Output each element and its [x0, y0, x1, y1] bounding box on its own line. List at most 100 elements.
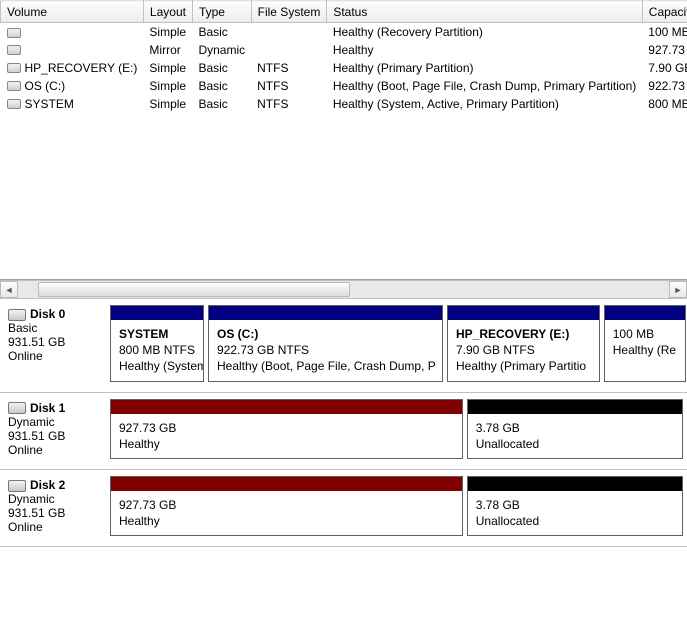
volume-status: Healthy [327, 41, 642, 59]
drive-icon [7, 81, 21, 91]
partition-stripe [468, 477, 682, 491]
col-volume[interactable]: Volume [1, 1, 144, 23]
volume-row[interactable]: HP_RECOVERY (E:)SimpleBasicNTFSHealthy (… [1, 59, 687, 77]
partition-stripe [209, 306, 442, 320]
partition-size: 800 MB NTFS [119, 342, 195, 358]
partition-body: 3.78 GBUnallocated [468, 414, 682, 458]
volume-capacity: 800 MB [642, 95, 687, 113]
partition-stripe [468, 400, 682, 414]
partition[interactable]: HP_RECOVERY (E:)7.90 GB NTFSHealthy (Pri… [447, 305, 600, 382]
drive-icon [7, 28, 21, 38]
disk-info: Disk 0Basic931.51 GBOnline [8, 305, 104, 382]
disk-type: Basic [8, 321, 104, 335]
scroll-left-arrow[interactable]: ◄ [0, 281, 18, 298]
partition-stripe [448, 306, 599, 320]
drive-icon [7, 45, 21, 55]
partition[interactable]: SYSTEM800 MB NTFSHealthy (System, [110, 305, 204, 382]
disk-icon [8, 402, 26, 414]
partition-body: 927.73 GBHealthy [111, 414, 462, 458]
drive-icon [7, 99, 21, 109]
volume-fs: NTFS [251, 77, 327, 95]
partition-status: Healthy (System, [119, 358, 195, 374]
disk-icon [8, 480, 26, 492]
partition-stripe [605, 306, 685, 320]
disk-row[interactable]: Disk 0Basic931.51 GBOnlineSYSTEM800 MB N… [0, 299, 687, 393]
partition-status: Healthy (Re [613, 342, 677, 358]
volume-layout: Mirror [143, 41, 192, 59]
volume-type: Basic [192, 77, 251, 95]
volume-capacity: 922.73 GB [642, 77, 687, 95]
disk-info: Disk 2Dynamic931.51 GBOnline [8, 476, 104, 536]
partition[interactable]: OS (C:)922.73 GB NTFSHealthy (Boot, Page… [208, 305, 443, 382]
disk-row[interactable]: Disk 2Dynamic931.51 GBOnline927.73 GBHea… [0, 470, 687, 547]
partition-size: 3.78 GB [476, 420, 674, 436]
partition-body: HP_RECOVERY (E:)7.90 GB NTFSHealthy (Pri… [448, 320, 599, 381]
partitions: 927.73 GBHealthy3.78 GBUnallocated [110, 476, 679, 536]
disk-state: Online [8, 443, 104, 457]
volume-row[interactable]: MirrorDynamicHealthy927.73 GB9 [1, 41, 687, 59]
partition-status: Unallocated [476, 513, 674, 529]
volume-status: Healthy (System, Active, Primary Partiti… [327, 95, 642, 113]
partition-name: SYSTEM [119, 326, 195, 342]
disk-type: Dynamic [8, 415, 104, 429]
disk-title: Disk 1 [30, 401, 65, 415]
disk-title: Disk 0 [30, 307, 65, 321]
partition-status: Healthy (Boot, Page File, Crash Dump, P [217, 358, 434, 374]
partitions: 927.73 GBHealthy3.78 GBUnallocated [110, 399, 679, 459]
volume-row[interactable]: OS (C:)SimpleBasicNTFSHealthy (Boot, Pag… [1, 77, 687, 95]
col-layout[interactable]: Layout [143, 1, 192, 23]
volume-name: HP_RECOVERY (E:) [25, 61, 138, 75]
volume-table: Volume Layout Type File System Status Ca… [0, 0, 687, 113]
disk-type: Dynamic [8, 492, 104, 506]
partition-status: Unallocated [476, 436, 674, 452]
partition-body: 100 MBHealthy (Re [605, 320, 685, 364]
col-capacity[interactable]: Capacity [642, 1, 687, 23]
partition[interactable]: 927.73 GBHealthy [110, 476, 463, 536]
volume-row[interactable]: SimpleBasicHealthy (Recovery Partition)1… [1, 23, 687, 41]
disk-size: 931.51 GB [8, 506, 104, 520]
disk-state: Online [8, 349, 104, 363]
partition-body: 927.73 GBHealthy [111, 491, 462, 535]
scroll-thumb[interactable] [38, 282, 350, 297]
col-filesystem[interactable]: File System [251, 1, 327, 23]
disk-title: Disk 2 [30, 478, 65, 492]
horizontal-scrollbar[interactable]: ◄ ► [0, 280, 687, 298]
disk-icon [8, 309, 26, 321]
volume-fs: NTFS [251, 95, 327, 113]
partition-name: HP_RECOVERY (E:) [456, 326, 591, 342]
disk-row[interactable]: Disk 1Dynamic931.51 GBOnline927.73 GBHea… [0, 393, 687, 470]
partition-body: SYSTEM800 MB NTFSHealthy (System, [111, 320, 203, 381]
volume-layout: Simple [143, 77, 192, 95]
volume-header-row: Volume Layout Type File System Status Ca… [1, 1, 687, 23]
partition-size: 927.73 GB [119, 497, 454, 513]
partition-stripe [111, 400, 462, 414]
volume-capacity: 927.73 GB [642, 41, 687, 59]
scroll-right-arrow[interactable]: ► [669, 281, 687, 298]
partition-stripe [111, 477, 462, 491]
volume-fs [251, 41, 327, 59]
disk-state: Online [8, 520, 104, 534]
volume-list[interactable]: Volume Layout Type File System Status Ca… [0, 0, 687, 280]
volume-capacity: 100 MB [642, 23, 687, 41]
volume-capacity: 7.90 GB [642, 59, 687, 77]
partition[interactable]: 3.78 GBUnallocated [467, 476, 683, 536]
volume-row[interactable]: SYSTEMSimpleBasicNTFSHealthy (System, Ac… [1, 95, 687, 113]
volume-status: Healthy (Boot, Page File, Crash Dump, Pr… [327, 77, 642, 95]
disk-info: Disk 1Dynamic931.51 GBOnline [8, 399, 104, 459]
partition-size: 922.73 GB NTFS [217, 342, 434, 358]
disk-map[interactable]: Disk 0Basic931.51 GBOnlineSYSTEM800 MB N… [0, 298, 687, 618]
partition-size: 927.73 GB [119, 420, 454, 436]
volume-name: SYSTEM [25, 97, 74, 111]
volume-layout: Simple [143, 23, 192, 41]
scroll-track[interactable] [18, 281, 669, 298]
col-status[interactable]: Status [327, 1, 642, 23]
partition[interactable]: 927.73 GBHealthy [110, 399, 463, 459]
disk-size: 931.51 GB [8, 429, 104, 443]
col-type[interactable]: Type [192, 1, 251, 23]
volume-layout: Simple [143, 95, 192, 113]
volume-status: Healthy (Primary Partition) [327, 59, 642, 77]
partitions: SYSTEM800 MB NTFSHealthy (System,OS (C:)… [110, 305, 687, 382]
partition[interactable]: 3.78 GBUnallocated [467, 399, 683, 459]
drive-icon [7, 63, 21, 73]
partition[interactable]: 100 MBHealthy (Re [604, 305, 686, 382]
